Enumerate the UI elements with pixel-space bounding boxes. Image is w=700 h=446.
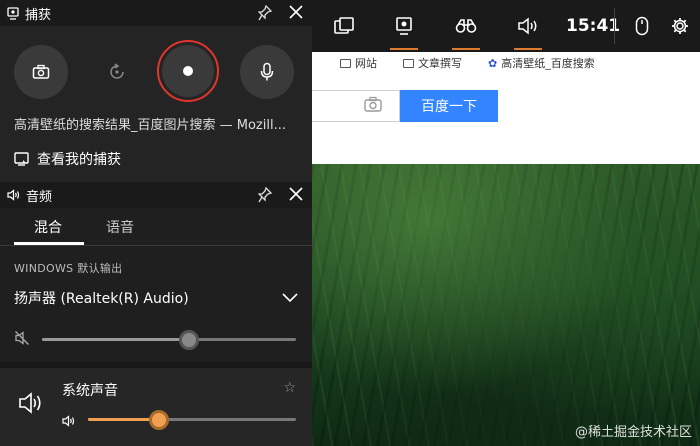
speaker-icon bbox=[518, 17, 537, 35]
screenshot-button[interactable] bbox=[14, 45, 68, 99]
start-recording-button[interactable] bbox=[162, 45, 214, 97]
chevron-down-icon bbox=[282, 293, 298, 303]
capture-icon bbox=[396, 17, 412, 35]
tab-divider bbox=[0, 245, 312, 246]
device-volume-row bbox=[0, 328, 312, 354]
app-volume-slider[interactable] bbox=[88, 410, 296, 430]
folder-icon bbox=[403, 58, 414, 68]
widget-menu-button[interactable] bbox=[326, 0, 362, 52]
camera-search-icon[interactable] bbox=[364, 96, 382, 116]
audio-title: 音频 bbox=[26, 189, 53, 205]
active-indicator bbox=[514, 48, 542, 50]
search-area: 百度一下 bbox=[312, 74, 700, 164]
capture-buttons bbox=[0, 40, 312, 102]
speaker-icon[interactable] bbox=[62, 412, 76, 431]
audio-header: 音频 bbox=[0, 182, 312, 208]
forest-wallpaper-image bbox=[312, 164, 700, 446]
replay-icon bbox=[110, 63, 124, 79]
capture-target-title: 高清壁纸的搜索结果_百度图片搜索 — Mozill... bbox=[14, 118, 286, 133]
pin-icon[interactable] bbox=[257, 186, 273, 207]
close-icon[interactable] bbox=[288, 186, 304, 206]
close-icon[interactable] bbox=[288, 4, 304, 24]
audio-widget-button[interactable] bbox=[508, 0, 548, 52]
tab-voice[interactable]: 语音 bbox=[106, 217, 134, 237]
microphone-toggle-button[interactable] bbox=[240, 45, 294, 99]
bookmarks-bar: 网站 文章撰写 ✿ 高清壁纸_百度搜索 bbox=[312, 52, 700, 74]
capture-title: 捕获 bbox=[25, 7, 52, 23]
output-device-value: 扬声器 (Realtek(R) Audio) bbox=[14, 291, 189, 307]
performance-widget-button[interactable] bbox=[446, 0, 486, 52]
bookmark-websites[interactable]: 网站 bbox=[340, 55, 377, 71]
capture-icon bbox=[7, 6, 19, 20]
microphone-icon bbox=[260, 62, 274, 81]
slider-fill bbox=[42, 338, 189, 341]
capture-header: 捕获 bbox=[0, 0, 312, 26]
speaker-muted-icon[interactable] bbox=[14, 330, 30, 350]
active-indicator bbox=[390, 48, 418, 50]
default-output-label: WINDOWS 默认输出 bbox=[14, 262, 123, 275]
mouse-lock-button[interactable] bbox=[628, 0, 656, 52]
folder-icon bbox=[340, 58, 351, 68]
bookmark-label: 高清壁纸_百度搜索 bbox=[501, 57, 595, 70]
slider-thumb[interactable] bbox=[149, 410, 169, 430]
tab-mix[interactable]: 混合 bbox=[34, 217, 62, 237]
speaker-icon bbox=[7, 189, 20, 201]
divider bbox=[614, 8, 615, 44]
active-indicator bbox=[452, 48, 480, 50]
device-volume-slider[interactable] bbox=[42, 330, 296, 350]
view-captures-label: 查看我的捕获 bbox=[37, 152, 121, 168]
record-last-30s-button[interactable] bbox=[90, 45, 144, 99]
widget-menu-icon bbox=[334, 17, 354, 34]
bookmark-label: 网站 bbox=[355, 57, 377, 70]
gear-icon bbox=[672, 18, 688, 34]
pin-icon[interactable] bbox=[257, 4, 273, 25]
clock: 15:41 bbox=[566, 16, 621, 36]
bookmark-articles[interactable]: 文章撰写 bbox=[403, 55, 462, 71]
audio-widget: 音频 混合 语音 WINDOWS 默认输出 扬声器 (Realtek(R) Au… bbox=[0, 182, 312, 446]
app-name: 系统声音 bbox=[62, 383, 118, 399]
output-device-select[interactable]: 扬声器 (Realtek(R) Audio) bbox=[14, 285, 298, 311]
capture-widget: 捕获 高清壁纸的搜索结果_百度图片搜索 — Mozill... 查看我的捕获 bbox=[0, 0, 312, 182]
browser-window: 网站 文章撰写 ✿ 高清壁纸_百度搜索 百度一下 @稀土掘金技术社区 bbox=[312, 0, 700, 446]
watermark: @稀土掘金技术社区 bbox=[574, 425, 692, 440]
binoculars-icon bbox=[455, 19, 477, 33]
record-dot-icon bbox=[183, 66, 193, 76]
gallery-icon bbox=[14, 152, 29, 166]
capture-widget-button[interactable] bbox=[384, 0, 424, 52]
mouse-icon bbox=[635, 16, 649, 36]
search-button[interactable]: 百度一下 bbox=[400, 90, 498, 122]
system-sounds-icon bbox=[18, 392, 44, 418]
view-my-captures-link[interactable]: 查看我的捕获 bbox=[0, 140, 312, 178]
search-input[interactable] bbox=[312, 90, 400, 122]
bookmark-wallpaper-search[interactable]: ✿ 高清壁纸_百度搜索 bbox=[488, 55, 595, 71]
favorite-star-icon[interactable]: ☆ bbox=[283, 380, 296, 396]
bookmark-label: 文章撰写 bbox=[418, 57, 462, 70]
baidu-paw-icon: ✿ bbox=[488, 56, 498, 70]
camera-icon bbox=[32, 64, 50, 79]
game-bar-top: 15:41 bbox=[312, 0, 700, 52]
slider-thumb[interactable] bbox=[179, 330, 199, 350]
app-volume-row: 系统声音 ☆ bbox=[0, 368, 312, 446]
settings-button[interactable] bbox=[666, 0, 694, 52]
